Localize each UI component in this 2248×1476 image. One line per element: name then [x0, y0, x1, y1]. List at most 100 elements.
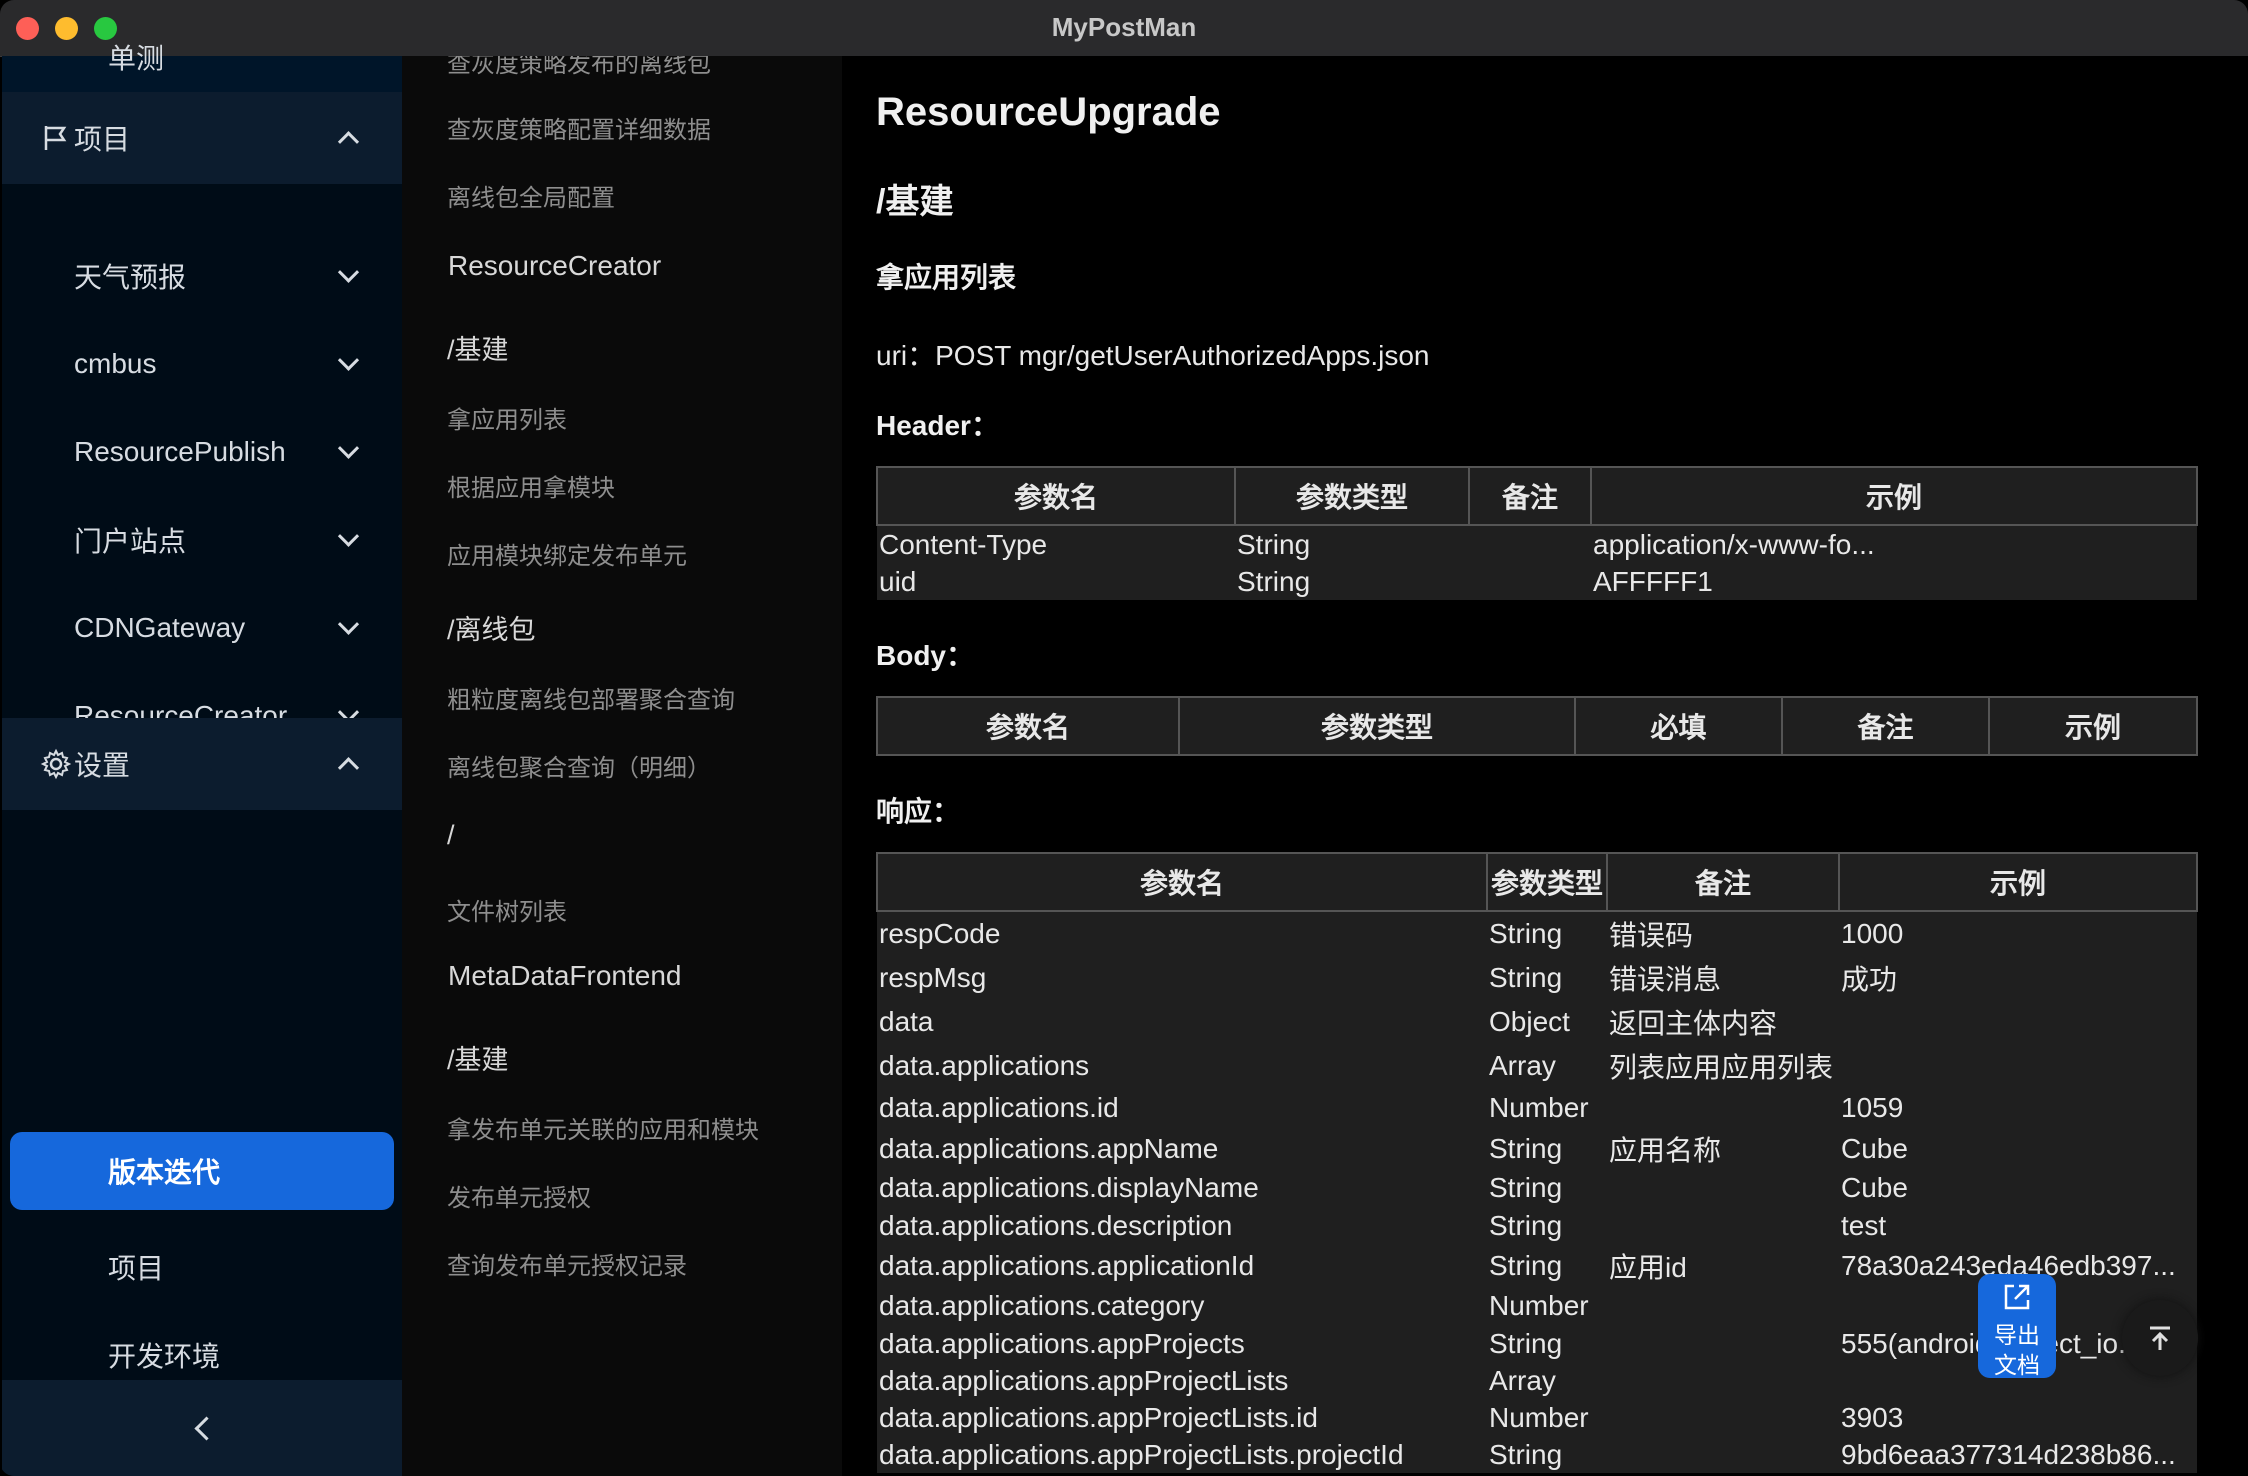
toc-api-link[interactable]: 根据应用拿模块	[447, 468, 615, 503]
toc-api-link[interactable]: 离线包全局配置	[447, 178, 615, 213]
app-window: MyPostMan 单测 项目 天气预报 cmbus ResourcePublish…	[0, 0, 2248, 1476]
sidebar-item-label: CDNGateway	[74, 612, 246, 643]
toc-path-link[interactable]: /基建	[447, 1038, 509, 1077]
table-row: data.applications.appProjectLists.projec…	[877, 1436, 2197, 1473]
table-cell: Number	[1487, 1399, 1607, 1436]
sidebar-item-label: 项目	[108, 1253, 165, 1284]
table-cell: data.applications.appProjectLists.projec…	[877, 1436, 1487, 1473]
sidebar-item-label: 单测	[108, 43, 165, 74]
sidebar-group-label: 项目	[74, 124, 131, 155]
toc-path-link[interactable]: /离线包	[447, 608, 536, 647]
sidebar-item-version-iteration[interactable]: 版本迭代	[10, 1132, 394, 1210]
table-cell	[1469, 563, 1591, 600]
chevron-down-icon	[337, 349, 360, 371]
table-cell: String	[1487, 1325, 1607, 1362]
body-column-header: 参数类型	[1178, 696, 1576, 756]
table-cell: 1000	[1839, 911, 2197, 956]
table-cell: data.applications.category	[877, 1287, 1487, 1325]
table-cell: Array	[1487, 1044, 1607, 1088]
table-cell: 1059	[1839, 1088, 2197, 1128]
table-cell: Object	[1487, 1000, 1607, 1044]
table-cell: 应用id	[1607, 1245, 1839, 1287]
table-cell	[1607, 1287, 1839, 1325]
table-row: uid String AFFFFF1	[877, 563, 2197, 600]
body-column-header: 参数名	[876, 696, 1180, 756]
table-cell: String	[1487, 1169, 1607, 1207]
sidebar-group-settings[interactable]: 设置	[2, 718, 402, 810]
table-cell: data.applications.appProjectLists	[877, 1362, 1487, 1399]
sidebar-item-label: 天气预报	[74, 262, 187, 293]
table-row: data Object 返回主体内容	[877, 1000, 2197, 1044]
table-row: data.applications.appProjectLists.id Numb…	[877, 1399, 2197, 1436]
table-cell: 错误消息	[1607, 956, 1839, 1000]
header-column-header: 备注	[1468, 466, 1592, 526]
sidebar-item-project[interactable]: 天气预报	[2, 232, 402, 320]
table-cell: 9bd6eaa377314d238b86...	[1839, 1436, 2197, 1473]
export-doc-button[interactable]: 导出 文档	[1978, 1274, 2056, 1378]
external-link-icon	[2004, 1284, 2030, 1310]
table-cell: Cube	[1839, 1128, 2197, 1169]
flag-icon	[44, 126, 67, 150]
toc-api-link[interactable]: 粗粒度离线包部署聚合查询	[447, 680, 735, 715]
sidebar-item-label: 开发环境	[108, 1341, 221, 1372]
table-cell: Array	[1487, 1362, 1607, 1399]
chevron-down-icon	[337, 437, 360, 459]
chevron-left-icon	[194, 1416, 219, 1441]
table-cell: String	[1487, 911, 1607, 956]
sidebar-item-settings-project[interactable]: 项目	[2, 1223, 402, 1311]
sidebar: 单测 项目 天气预报 cmbus ResourcePublish 门户站点 CDNGat…	[2, 43, 402, 1476]
sidebar-item-project[interactable]: CDNGateway	[2, 584, 402, 672]
table-cell	[1839, 1000, 2197, 1044]
back-to-top-button[interactable]	[2122, 1300, 2198, 1376]
toc-api-link[interactable]: 应用模块绑定发布单元	[447, 536, 687, 571]
toc-api-link[interactable]: 发布单元授权	[447, 1178, 591, 1213]
table-cell: application/x-www-fo...	[1591, 525, 2197, 563]
sidebar-item-project[interactable]: ResourcePublish	[2, 408, 402, 496]
header-column-header: 示例	[1590, 466, 2198, 526]
sidebar-item-unit-test[interactable]: 单测	[2, 24, 402, 90]
table-cell: 应用名称	[1607, 1128, 1839, 1169]
table-cell: Content-Type	[877, 525, 1235, 563]
table-cell: test	[1839, 1207, 2197, 1245]
toc-api-link[interactable]: 拿应用列表	[447, 400, 567, 435]
sidebar-item-label: 门户站点	[74, 526, 187, 557]
sidebar-group-label: 设置	[74, 750, 131, 781]
table-row: respMsg String 错误消息 成功	[877, 956, 2197, 1000]
toc-api-link[interactable]: 离线包聚合查询（明细）	[447, 748, 711, 783]
toc-project-link[interactable]: ResourceCreator	[448, 250, 661, 282]
toc-api-link[interactable]: 查询发布单元授权记录	[447, 1246, 687, 1281]
toc-project-link[interactable]: MetaDataFrontend	[448, 960, 681, 992]
header-params-table: 参数名 参数类型 备注 示例 Content-Type String applicatio…	[876, 466, 2198, 600]
table-cell	[1469, 525, 1591, 563]
sidebar-item-project[interactable]: cmbus	[2, 320, 402, 408]
table-cell: Number	[1487, 1287, 1607, 1325]
table-cell: 错误码	[1607, 911, 1839, 956]
toc-path-link[interactable]: /	[447, 820, 455, 851]
toc-api-link[interactable]: 文件树列表	[447, 892, 567, 927]
export-label-line1: 导出	[1994, 1322, 2040, 1348]
sidebar-item-label: cmbus	[74, 348, 157, 379]
sidebar-item-label: 版本迭代	[108, 1157, 221, 1188]
table-cell: respMsg	[877, 956, 1487, 1000]
toc-path-link[interactable]: /基建	[447, 328, 509, 367]
api-document: ResourceUpgrade /基建 拿应用列表 uri：POST mgr/g…	[842, 56, 2248, 1476]
toc-api-link[interactable]: 查灰度策略发布的离线包	[447, 56, 711, 79]
header-label: Header：	[876, 410, 999, 441]
sidebar-item-project[interactable]: 门户站点	[2, 496, 402, 584]
doc-title: ResourceUpgrade	[876, 90, 1221, 134]
export-label-line2: 文档	[1994, 1352, 2040, 1378]
header-column-header: 参数类型	[1234, 466, 1470, 526]
body-label: Body：	[876, 640, 975, 671]
table-cell	[1607, 1436, 1839, 1473]
arrow-up-to-top-icon	[2150, 1326, 2170, 1350]
sidebar-group-projects[interactable]: 项目	[2, 92, 402, 184]
doc-section-heading: /基建	[876, 183, 954, 221]
toc-api-link[interactable]: 拿发布单元关联的应用和模块	[447, 1110, 759, 1145]
table-cell: String	[1487, 1207, 1607, 1245]
toc-api-link[interactable]: 查灰度策略配置详细数据	[447, 110, 711, 145]
chevron-down-icon	[337, 525, 360, 547]
table-cell: data.applications.id	[877, 1088, 1487, 1128]
response-label: 响应：	[876, 796, 961, 827]
sidebar-collapse-button[interactable]	[2, 1380, 402, 1476]
body-params-table: 参数名 参数类型 必填 备注 示例	[876, 696, 2198, 756]
